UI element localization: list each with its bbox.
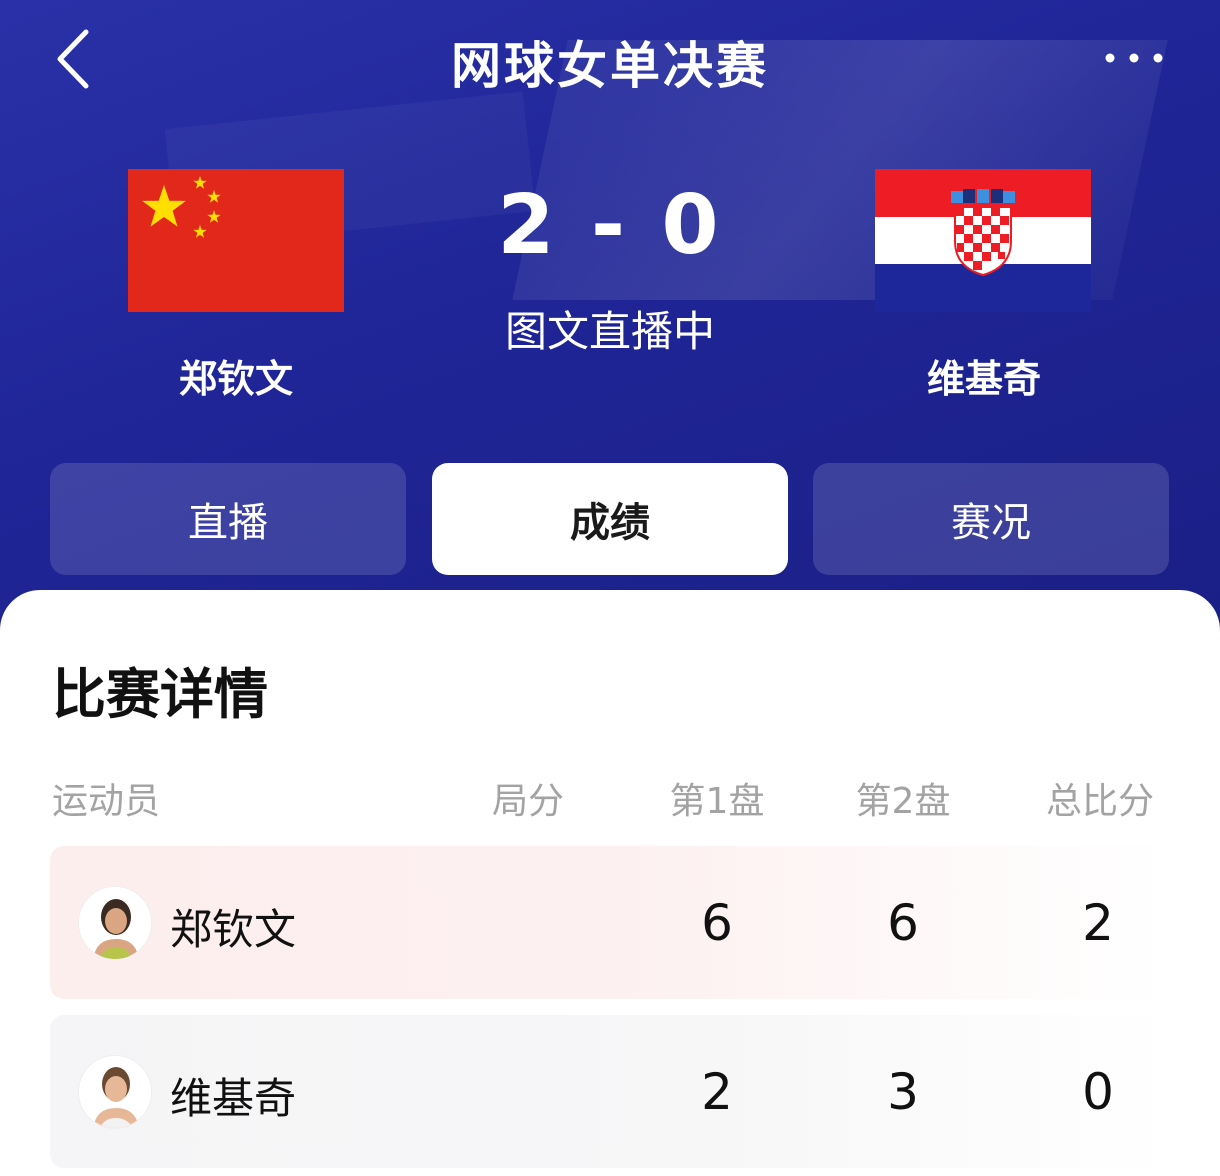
player-name: 郑钦文 [170,905,297,954]
section-title: 比赛详情 [52,663,268,726]
column-header-athlete: 运动员 [52,781,161,822]
total-score: 0 [1082,1063,1114,1121]
player-name: 维基奇 [170,1074,297,1123]
column-header-games: 局分 [492,781,565,822]
table-row[interactable]: 维基奇 2 3 0 [50,1015,1170,1168]
back-button[interactable] [46,26,106,92]
results-panel: 比赛详情 运动员 局分 第1盘 第2盘 总比分 郑钦文 6 6 2 维基奇 2 … [0,590,1220,1176]
top-bar: 网球女单决赛 [0,0,1220,120]
page-title: 网球女单决赛 [451,37,769,95]
match-score: 2 - 0 [497,178,723,273]
tab-results[interactable]: 成绩 [432,463,788,575]
avatar [78,1055,152,1129]
tab-live[interactable]: 直播 [50,463,406,575]
live-status: 图文直播中 [504,307,715,356]
column-header-set1: 第1盘 [669,781,765,822]
avatar [78,886,152,960]
croatia-coat-of-arms-icon [951,189,1015,277]
table-row[interactable]: 郑钦文 6 6 2 [50,846,1170,999]
column-header-set2: 第2盘 [855,781,951,822]
column-header-total: 总比分 [1045,781,1154,822]
player-avatar-icon [79,1056,151,1128]
player-left-name: 郑钦文 [178,357,293,401]
match-header: 网球女单决赛 郑钦文 维基奇 2 - 0 图文直播中 直播 成绩 赛况 [0,0,1220,640]
set1-score: 6 [701,894,733,952]
chevron-left-icon [57,29,89,89]
more-button[interactable] [1100,40,1170,80]
more-dots-icon [1105,53,1163,63]
china-flag [128,169,344,312]
set2-score: 6 [887,894,919,952]
player-right-name: 维基奇 [926,357,1041,401]
set2-score: 3 [887,1063,919,1121]
set1-score: 2 [701,1063,733,1121]
croatia-flag [875,169,1091,312]
total-score: 2 [1082,894,1114,952]
player-avatar-icon [79,887,151,959]
tab-match-report[interactable]: 赛况 [813,463,1169,575]
